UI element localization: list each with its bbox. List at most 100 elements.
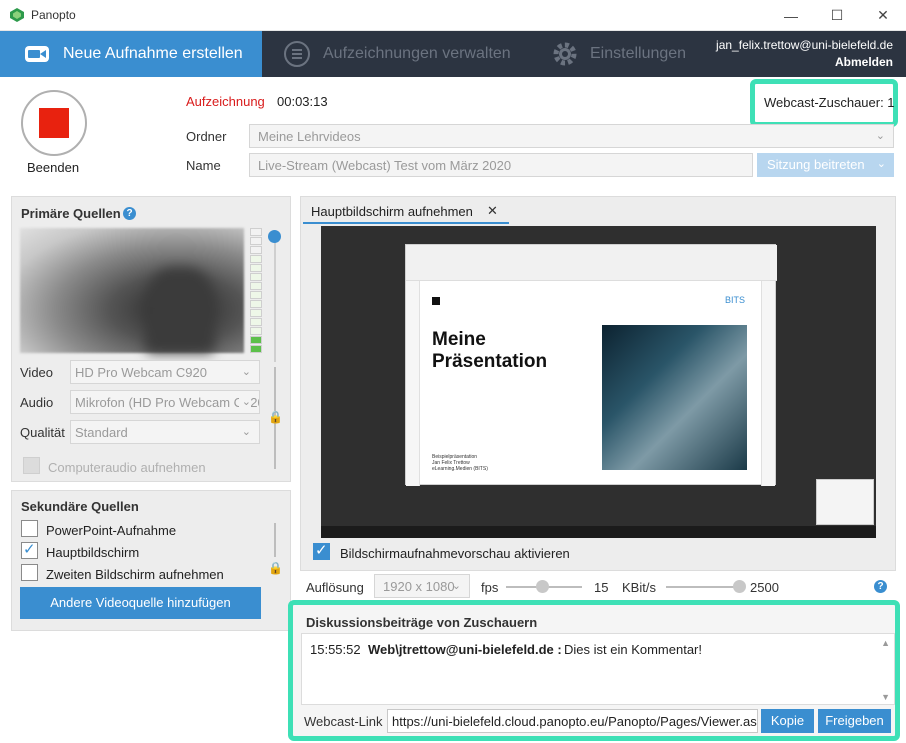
second-screen-label: Zweiten Bildschirm aufnehmen (46, 567, 224, 582)
list-icon (284, 41, 310, 67)
fps-label: fps (481, 580, 499, 595)
panopto-logo-icon (10, 8, 24, 22)
scroll-down-icon[interactable]: ▼ (881, 692, 890, 702)
webcast-link-input[interactable]: https://uni-bielefeld.cloud.panopto.eu/P… (387, 709, 758, 733)
desktop-thumbnail: BITS Meine Präsentation Beispielpräsenta… (321, 226, 876, 526)
add-video-source-button[interactable]: Andere Videoquelle hinzufügen (20, 587, 261, 619)
logout-link[interactable]: Abmelden (835, 55, 893, 69)
copy-link-button[interactable]: Kopie (761, 709, 814, 733)
primary-sources-title: Primäre Quellen (21, 206, 121, 221)
quality-select[interactable]: Standard ⌄ (70, 420, 260, 444)
screen-capture-preview: BITS Meine Präsentation Beispielpräsenta… (321, 226, 876, 538)
maximize-button[interactable]: ☐ (814, 0, 860, 31)
primary-sources-panel: Primäre Quellen ? Video HD Pro Webcam C9… (11, 196, 291, 482)
bitrate-slider-knob[interactable] (733, 580, 746, 593)
slide-title: Meine Präsentation (432, 329, 547, 373)
session-name-value: Live-Stream (Webcast) Test vom März 2020 (258, 158, 512, 173)
computer-audio-label: Computeraudio aufnehmen (48, 460, 206, 475)
tab-indicator (303, 222, 509, 224)
level-meter-segment (250, 291, 262, 299)
resolution-label: Auflösung (306, 580, 364, 595)
preview-toggle-label: Bildschirmaufnahmevorschau aktivieren (340, 546, 570, 561)
chevron-down-icon: ⌄ (876, 158, 886, 170)
level-meter-segment (250, 255, 262, 263)
window-title: Panopto (31, 8, 76, 22)
fps-slider-knob[interactable] (536, 580, 549, 593)
lock-icon[interactable]: 🔒 (268, 410, 283, 424)
share-button[interactable]: Freigeben (818, 709, 891, 733)
chevron-down-icon: ⌄ (238, 395, 251, 408)
level-meter-segment (250, 345, 262, 353)
preview-toggle-checkbox[interactable]: ✓ (313, 542, 330, 560)
folder-label: Ordner (186, 129, 227, 144)
lock-icon[interactable]: 🔒 (268, 561, 283, 575)
user-email: jan_felix.trettow@uni-bielefeld.de (716, 38, 893, 52)
video-source-value: HD Pro Webcam C920 (75, 365, 207, 380)
help-icon[interactable]: ? (874, 580, 887, 593)
maximize-icon: ☐ (830, 7, 844, 23)
scroll-up-icon[interactable]: ▲ (881, 638, 890, 648)
resolution-select[interactable]: 1920 x 1080 ⌄ (374, 574, 470, 598)
powerpoint-checkbox[interactable] (21, 520, 38, 537)
help-icon[interactable]: ? (123, 207, 136, 220)
pdf-toolbar (406, 245, 777, 281)
gear-icon (553, 42, 577, 66)
pdf-viewer-thumbnail: BITS Meine Präsentation Beispielpräsenta… (405, 244, 777, 486)
title-bar: Panopto — ☐ ✕ (0, 0, 906, 31)
volume-slider-knob[interactable] (268, 230, 281, 243)
session-name-input[interactable]: Live-Stream (Webcast) Test vom März 2020 (249, 153, 753, 177)
recording-elapsed-time: 00:03:13 (277, 94, 328, 109)
secondary-sources-panel: Sekundäre Quellen PowerPoint-Aufnahme ✓ … (11, 490, 291, 631)
volume-slider-track[interactable] (274, 237, 276, 362)
chevron-down-icon: ⌄ (451, 580, 461, 592)
separator (274, 523, 276, 557)
nav-new-recording[interactable]: Neue Aufnahme erstellen (0, 31, 262, 77)
level-meter-segment (250, 273, 262, 281)
webcam-person-silhouette (145, 268, 215, 353)
close-tab-icon[interactable]: ✕ (487, 203, 498, 219)
level-meter-segment (250, 309, 262, 317)
pdf-left-sidebar (406, 281, 420, 486)
second-screen-checkbox[interactable] (21, 564, 38, 581)
stop-icon (39, 108, 69, 138)
slide-title-line1: Meine (432, 329, 486, 350)
fps-value: 15 (594, 580, 609, 595)
capture-settings-bar: Auflösung 1920 x 1080 ⌄ fps 15 KBit/s 25… (300, 571, 896, 601)
slide-footer-line3: eLearning.Medien (BITS) (432, 466, 488, 472)
video-label: Video (20, 365, 54, 380)
message-time: 15:55:52 (310, 642, 361, 657)
main-screen-checkbox[interactable]: ✓ (21, 541, 38, 559)
minimize-button[interactable]: — (768, 0, 814, 31)
nav-manage-recordings-label: Aufzeichnungen verwalten (323, 45, 511, 62)
discussion-panel: Diskussionsbeiträge von Zuschauern 15:55… (288, 600, 900, 741)
university-logo-icon (432, 297, 440, 305)
tab-main-screen[interactable]: Hauptbildschirm aufnehmen (311, 204, 473, 219)
name-label: Name (186, 158, 221, 173)
message-user: Web\jtrettow@uni-bielefeld.de : (368, 642, 562, 657)
stop-recording-button[interactable] (21, 90, 87, 156)
slide-footer: Beispielpräsentation Jan Felix Trettow e… (432, 454, 488, 472)
checkmark-icon: ✓ (23, 541, 36, 558)
folder-select[interactable]: Meine Lehrvideos ⌄ (249, 124, 894, 148)
level-meter-segment (250, 228, 262, 236)
windows-taskbar-thumbnail (321, 526, 876, 538)
powerpoint-label: PowerPoint-Aufnahme (46, 523, 177, 538)
video-source-select[interactable]: HD Pro Webcam C920 ⌄ (70, 360, 260, 384)
panopto-notification-thumbnail (816, 479, 874, 525)
bitrate-value: 2500 (750, 580, 779, 595)
folder-value: Meine Lehrvideos (258, 129, 361, 144)
audio-source-select[interactable]: Mikrofon (HD Pro Webcam C920) ⌄ (70, 390, 260, 414)
level-meter-segment (250, 264, 262, 272)
computer-audio-checkbox[interactable] (23, 457, 40, 474)
pdf-right-sidebar (761, 281, 775, 486)
slide-title-line2: Präsentation (432, 351, 548, 372)
level-meter-segment (250, 318, 262, 326)
main-screen-label: Hauptbildschirm (46, 545, 140, 560)
close-button[interactable]: ✕ (860, 0, 906, 31)
stop-label: Beenden (27, 160, 80, 175)
message-text: Dies ist ein Kommentar! (564, 642, 702, 657)
server-rack-image (602, 325, 747, 470)
join-session-button[interactable]: Sitzung beitreten ⌄ (757, 153, 894, 177)
webcast-viewers-highlight: Webcast-Zuschauer: 1 (750, 79, 898, 127)
audio-source-value: Mikrofon (HD Pro Webcam C920) (75, 395, 260, 410)
